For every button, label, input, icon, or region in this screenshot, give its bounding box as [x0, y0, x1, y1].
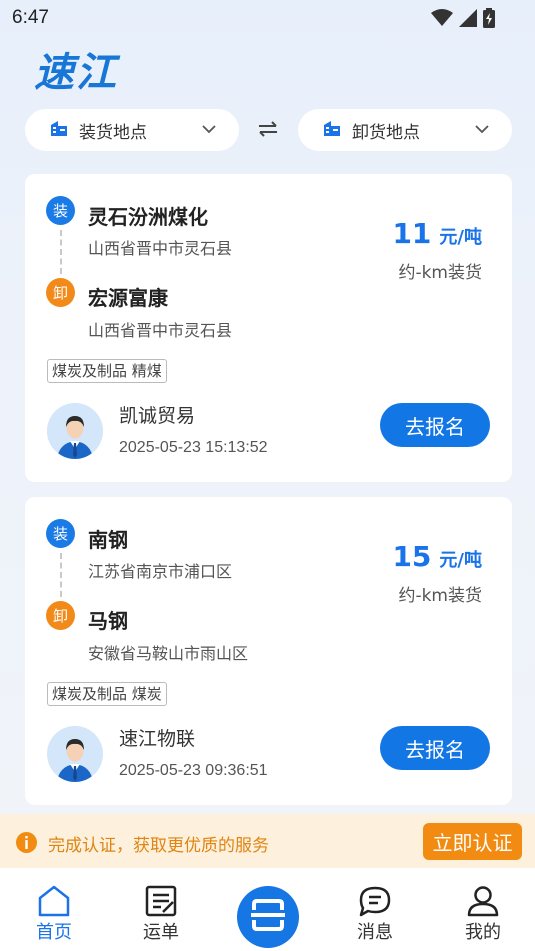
load-location-select[interactable]: 装货地点	[25, 109, 239, 151]
verify-now-button[interactable]: 立即认证	[423, 823, 522, 860]
battery-icon	[483, 8, 495, 32]
price-note: 约-km装货	[398, 263, 482, 283]
nav-waybill[interactable]: 运单	[126, 868, 196, 951]
price-value: 11	[392, 217, 432, 250]
unload-place-address: 山西省晋中市灵石县	[88, 321, 233, 340]
avatar	[47, 403, 103, 459]
notice-text: 完成认证，获取更优质的服务	[48, 836, 269, 856]
verification-notice: 完成认证，获取更优质的服务 立即认证	[0, 814, 535, 868]
swap-icon[interactable]	[257, 119, 279, 143]
publish-time: 2025-05-23 09:36:51	[119, 762, 268, 779]
unload-badge: 卸	[46, 278, 75, 307]
bottom-nav: 首页 运单 消息 我的	[0, 868, 535, 951]
order-card[interactable]: 装 灵石汾洲煤化 山西省晋中市灵石县 卸 宏源富康 山西省晋中市灵石县 11 元…	[25, 174, 512, 482]
app-logo: 速江	[34, 50, 118, 96]
load-place-name: 灵石汾洲煤化	[88, 205, 208, 229]
status-time: 6:47	[12, 7, 49, 28]
price-note: 约-km装货	[398, 586, 482, 606]
publish-time: 2025-05-23 15:13:52	[119, 439, 268, 456]
price-unit: 元/吨	[439, 550, 482, 571]
publisher-name: 凯诚贸易	[119, 405, 196, 427]
freight-price: 11 元/吨	[392, 217, 482, 250]
nav-message-label: 消息	[357, 922, 393, 943]
load-place-address: 江苏省南京市浦口区	[88, 562, 233, 581]
scan-button[interactable]	[237, 886, 299, 948]
cargo-tag: 煤炭及制品 精煤	[47, 359, 167, 383]
avatar	[47, 726, 103, 782]
freight-price: 15 元/吨	[392, 540, 482, 573]
nav-home[interactable]: 首页	[19, 868, 89, 951]
nav-mine[interactable]: 我的	[448, 868, 518, 951]
chevron-down-icon	[201, 121, 217, 141]
location-building-icon	[322, 118, 342, 142]
price-unit: 元/吨	[439, 227, 482, 248]
nav-home-label: 首页	[36, 922, 72, 943]
load-place-name: 南钢	[88, 528, 128, 552]
load-place-address: 山西省晋中市灵石县	[88, 239, 233, 258]
location-building-icon	[49, 118, 69, 142]
signup-button[interactable]: 去报名	[380, 403, 490, 447]
route-divider	[60, 230, 62, 274]
info-icon	[16, 832, 37, 857]
cargo-tag: 煤炭及制品 煤炭	[47, 682, 167, 706]
nav-waybill-label: 运单	[143, 922, 179, 943]
nav-message[interactable]: 消息	[340, 868, 410, 951]
signal-icon	[459, 9, 477, 31]
message-icon	[358, 885, 392, 921]
unload-place-name: 宏源富康	[88, 286, 168, 310]
status-bar: 6:47	[0, 0, 535, 36]
unload-place-address: 安徽省马鞍山市雨山区	[88, 644, 249, 663]
user-icon	[466, 885, 500, 921]
home-icon	[37, 885, 71, 921]
unload-badge: 卸	[46, 601, 75, 630]
load-badge: 装	[46, 196, 75, 225]
status-icons	[431, 8, 495, 32]
unload-location-label: 卸货地点	[352, 122, 420, 143]
chevron-down-icon	[474, 121, 490, 141]
wifi-icon	[431, 9, 453, 31]
nav-mine-label: 我的	[465, 922, 501, 943]
unload-place-name: 马钢	[88, 609, 128, 633]
load-location-label: 装货地点	[79, 122, 147, 143]
price-value: 15	[392, 540, 432, 573]
route-divider	[60, 553, 62, 597]
waybill-icon	[145, 885, 177, 921]
unload-location-select[interactable]: 卸货地点	[298, 109, 512, 151]
publisher-name: 速江物联	[119, 728, 196, 750]
load-badge: 装	[46, 519, 75, 548]
scan-icon	[248, 895, 288, 939]
order-card[interactable]: 装 南钢 江苏省南京市浦口区 卸 马钢 安徽省马鞍山市雨山区 15 元/吨 约-…	[25, 497, 512, 805]
signup-button[interactable]: 去报名	[380, 726, 490, 770]
